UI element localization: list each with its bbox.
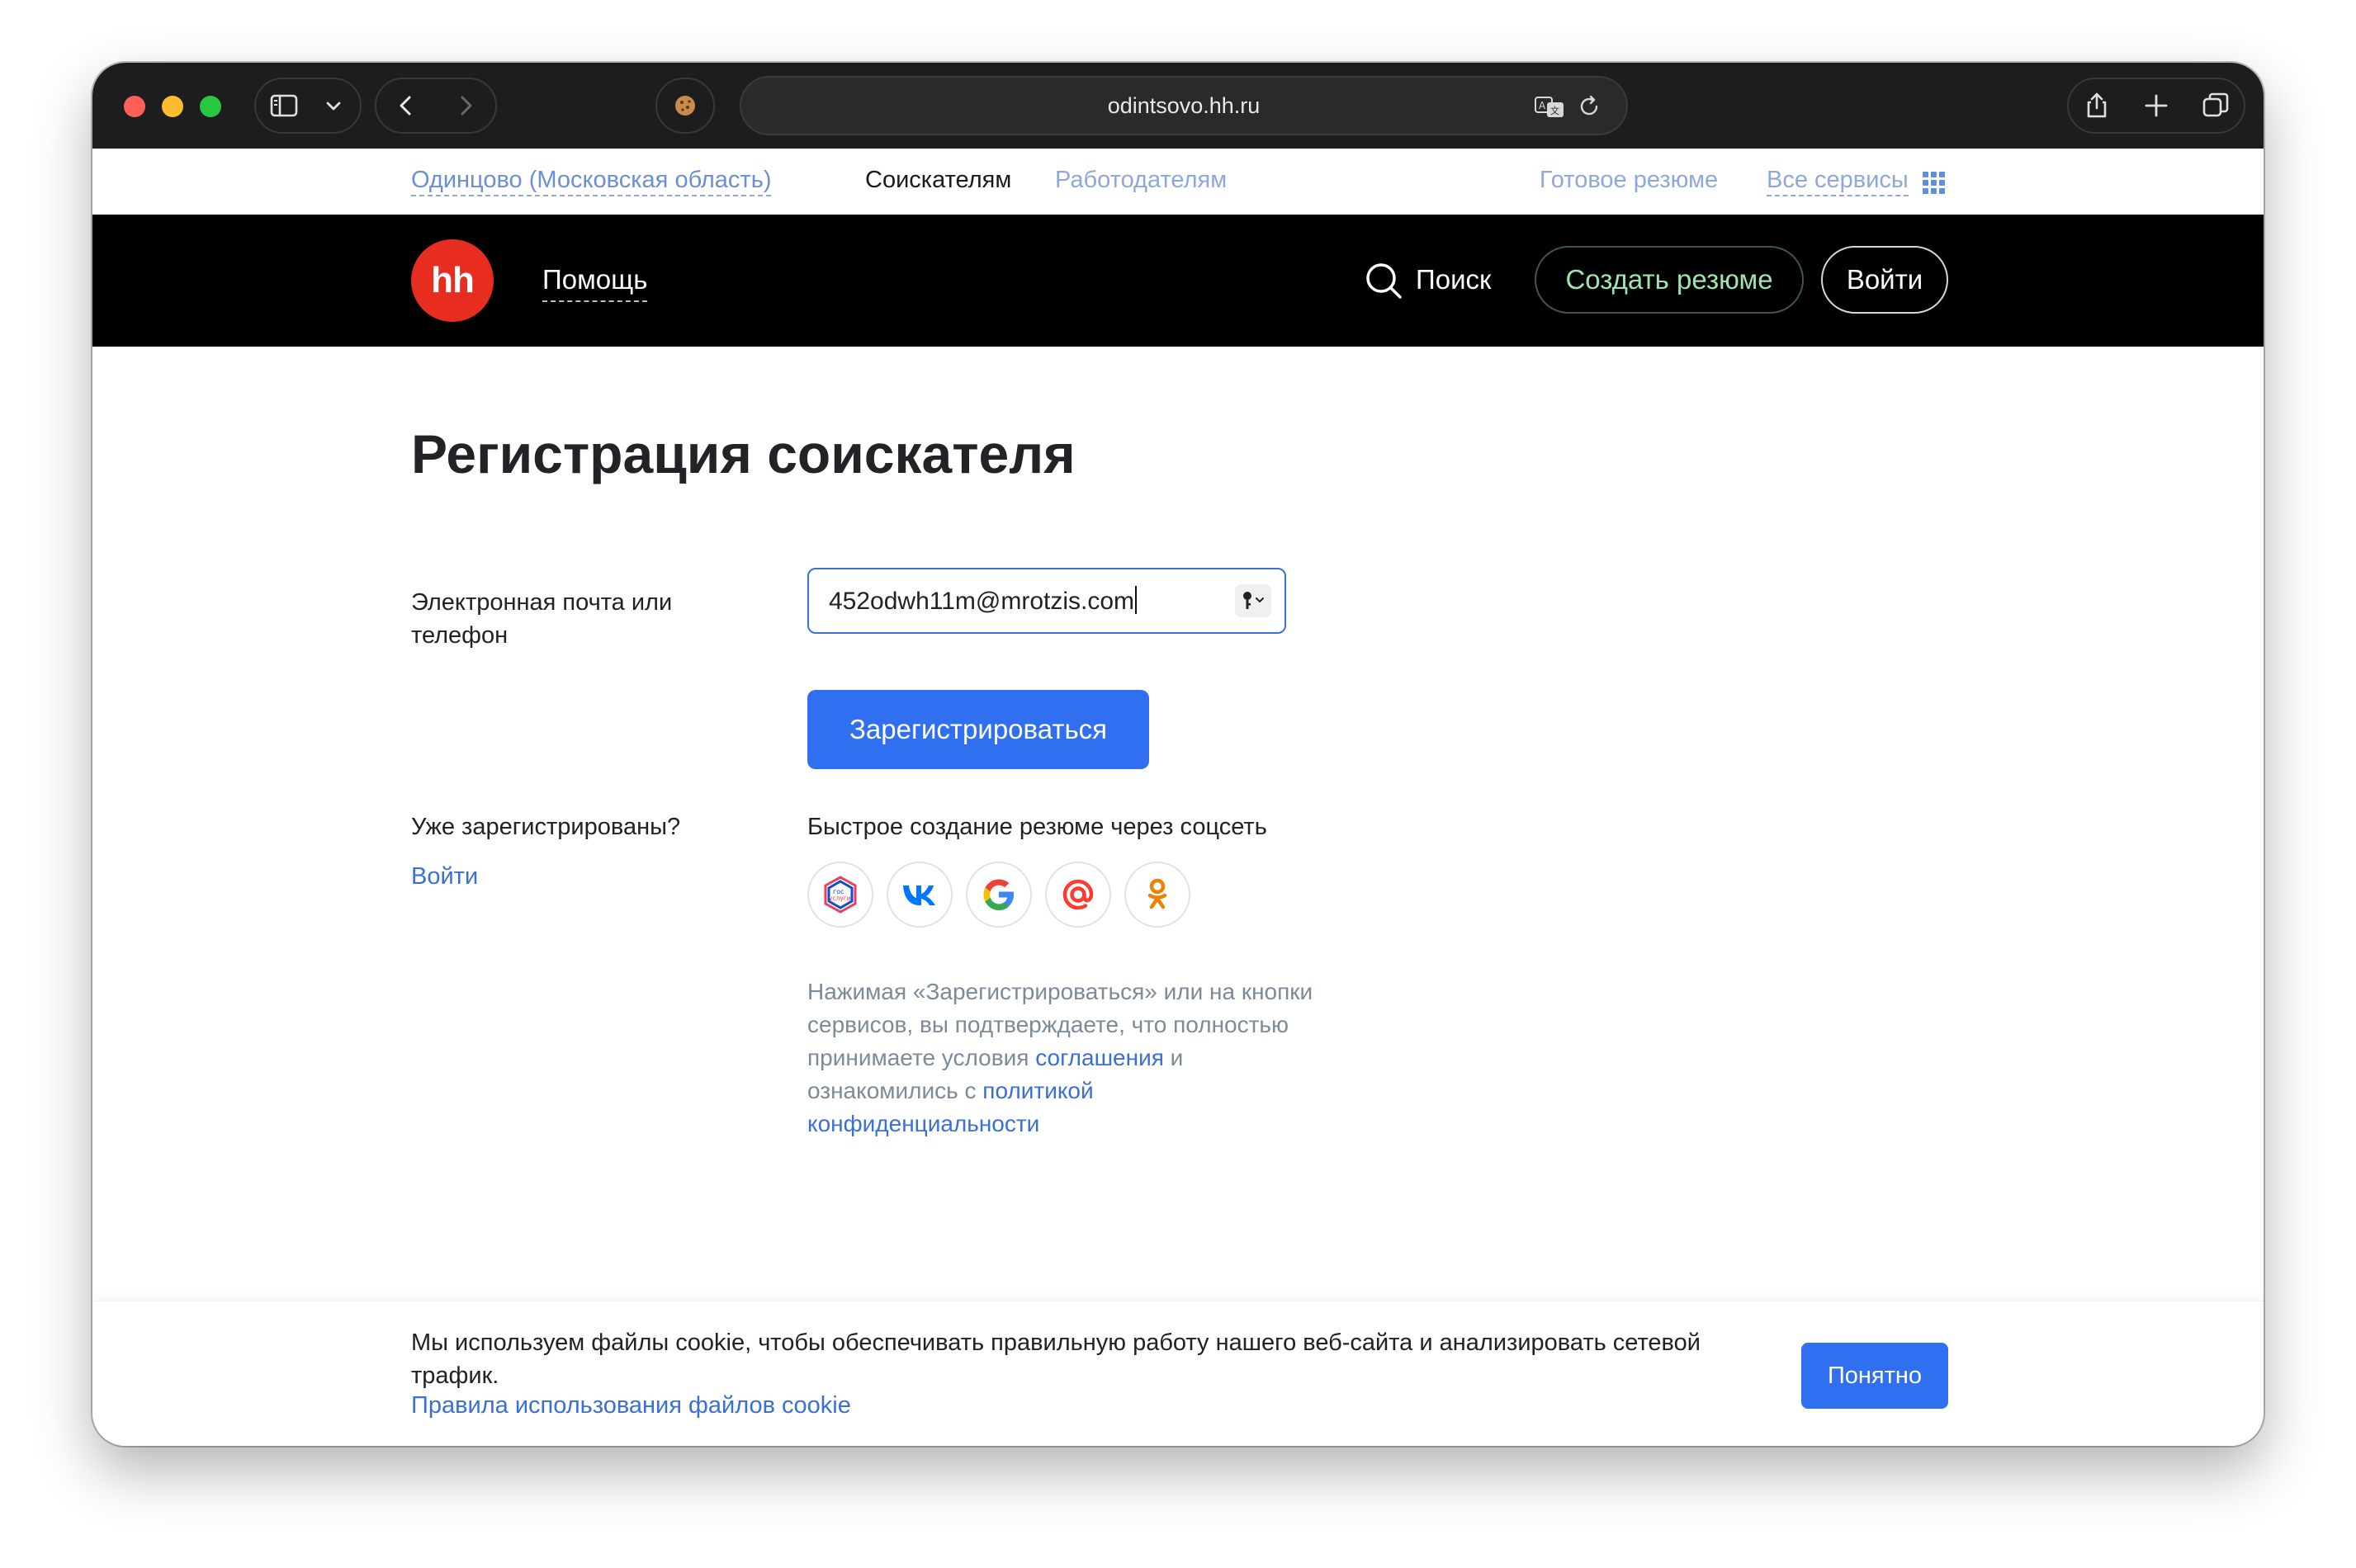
create-resume-button[interactable]: Создать резюме xyxy=(1535,246,1804,314)
top-links-bar: Одинцово (Московская область) Соискателя… xyxy=(92,149,2264,215)
svg-text:услуги: услуги xyxy=(829,895,851,902)
svg-text:A: A xyxy=(1539,100,1546,111)
agreement-link[interactable]: соглашения xyxy=(1035,1045,1164,1070)
employers-link[interactable]: Работодателям xyxy=(1055,167,1227,194)
terms-notice: Нажимая «Зарегистрироваться» или на кноп… xyxy=(807,975,1319,1141)
vk-button[interactable] xyxy=(887,862,953,928)
tab-overview-icon[interactable] xyxy=(2201,91,2231,120)
cookie-rules-link[interactable]: Правила использования файлов cookie xyxy=(411,1392,851,1419)
register-button[interactable]: Зарегистрироваться xyxy=(807,690,1149,769)
already-registered-label: Уже зарегистрированы? xyxy=(411,814,681,840)
back-icon[interactable] xyxy=(391,91,421,120)
google-button[interactable] xyxy=(966,862,1032,928)
mail-ru-button[interactable] xyxy=(1045,862,1111,928)
sidebar-icon[interactable] xyxy=(269,91,299,120)
minimize-window-button[interactable] xyxy=(162,96,183,117)
cookie-extension-icon[interactable] xyxy=(670,91,700,120)
vk-icon xyxy=(903,886,935,905)
reload-icon[interactable] xyxy=(1577,94,1601,119)
zoom-window-button[interactable] xyxy=(200,96,221,117)
help-link[interactable]: Помощь xyxy=(542,264,648,302)
cookie-accept-button[interactable]: Понятно xyxy=(1801,1343,1948,1409)
email-value: 452odwh11m@mrotzis.com xyxy=(829,586,1138,616)
odnoklassniki-button[interactable] xyxy=(1124,862,1190,928)
forward-icon[interactable] xyxy=(451,91,480,120)
grid-icon[interactable] xyxy=(1923,172,1945,194)
search-link[interactable]: Поиск xyxy=(1416,264,1491,295)
login-link[interactable]: Войти xyxy=(411,863,478,890)
address-bar[interactable]: odintsovo.hh.ru A 文 xyxy=(740,76,1628,135)
svg-text:文: 文 xyxy=(1550,105,1559,116)
ok-icon xyxy=(1147,878,1167,909)
search-icon[interactable] xyxy=(1364,261,1403,300)
ready-resume-link[interactable]: Готовое резюме xyxy=(1540,167,1718,194)
at-sign-icon xyxy=(1062,879,1094,910)
chevron-down-icon[interactable] xyxy=(319,91,348,120)
all-services-link[interactable]: Все сервисы xyxy=(1767,167,1909,196)
new-tab-icon[interactable] xyxy=(2141,91,2171,120)
main-header: hh Помощь Поиск Создать резюме Войти xyxy=(92,215,2264,347)
browser-window: odintsovo.hh.ru A 文 Одинцово (Московская… xyxy=(92,63,2264,1446)
page-title: Регистрация соискателя xyxy=(411,423,1076,484)
url-text: odintsovo.hh.ru xyxy=(1107,93,1261,118)
login-button[interactable]: Войти xyxy=(1821,246,1948,314)
close-window-button[interactable] xyxy=(124,96,145,117)
google-icon xyxy=(983,879,1014,910)
seekers-link[interactable]: Соискателям xyxy=(865,167,1011,194)
translate-icon[interactable]: A 文 xyxy=(1534,92,1565,120)
key-icon xyxy=(1243,592,1264,609)
password-manager-button[interactable] xyxy=(1235,584,1271,617)
email-field[interactable]: 452odwh11m@mrotzis.com xyxy=(807,568,1286,634)
gosuslugi-button[interactable]: гос услуги xyxy=(807,862,873,928)
social-signup-title: Быстрое создание резюме через соцсеть xyxy=(807,814,1267,840)
cookie-text: Мы используем файлы cookie, чтобы обеспе… xyxy=(411,1329,1701,1389)
email-field-label: Электронная почта или телефон xyxy=(411,589,673,649)
hh-logo[interactable]: hh xyxy=(411,239,494,322)
city-selector[interactable]: Одинцово (Московская область) xyxy=(411,167,772,196)
gosuslugi-icon: гос услуги xyxy=(824,876,857,914)
browser-toolbar: odintsovo.hh.ru A 文 xyxy=(92,63,2264,149)
share-icon[interactable] xyxy=(2082,91,2112,120)
cookie-banner: Мы используем файлы cookie, чтобы обеспе… xyxy=(92,1301,2264,1446)
